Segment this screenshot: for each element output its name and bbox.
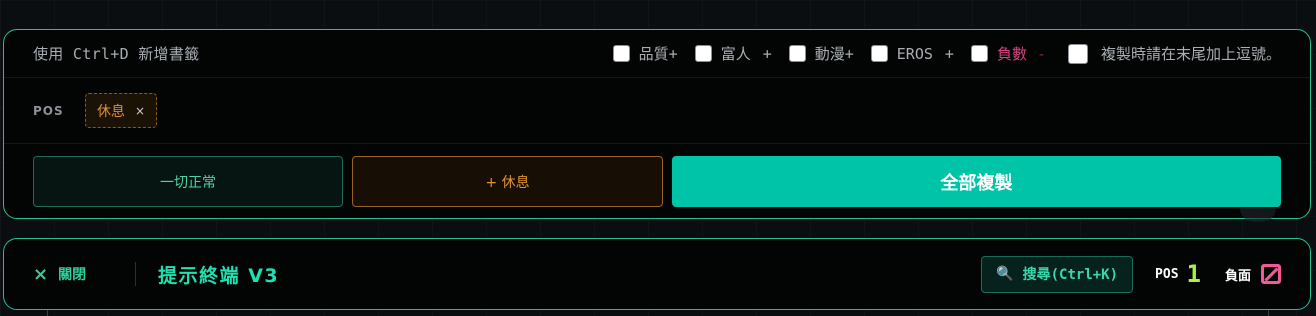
- rich-checkbox[interactable]: [694, 45, 712, 62]
- search-button[interactable]: 🔍 搜尋(Ctrl+K): [981, 255, 1134, 293]
- search-icon: 🔍: [996, 266, 1014, 282]
- option-quality[interactable]: 品質+: [612, 43, 678, 64]
- comma-checkbox[interactable]: [1067, 43, 1088, 64]
- option-suffix: +: [762, 44, 772, 63]
- options-group: 品質+ 富人 + 動漫+ EROS + 負數 - 複製時請在末尾加上逗號。: [612, 43, 1281, 64]
- negative-box-icon: [1261, 264, 1281, 284]
- negative-toggle[interactable]: 負面: [1225, 264, 1281, 284]
- option-label: 品質+: [638, 45, 678, 63]
- pos-row: POS 休息 ×: [4, 78, 1310, 144]
- bar-right: 🔍 搜尋(Ctrl+K) POS 1 負面: [981, 255, 1281, 293]
- option-suffix: +: [944, 44, 954, 63]
- pos-label: POS: [33, 103, 64, 118]
- divider: [1268, 310, 1269, 316]
- option-suffix: -: [1036, 44, 1046, 63]
- add-rest-button[interactable]: + 休息: [352, 156, 663, 207]
- pos-tag-rest[interactable]: 休息 ×: [85, 93, 158, 128]
- eros-checkbox[interactable]: [870, 45, 888, 62]
- anime-checkbox[interactable]: [788, 45, 806, 62]
- option-label: 負數: [996, 45, 1027, 63]
- divider: [47, 310, 48, 316]
- terminal-title: 提示終端 V3: [158, 264, 280, 287]
- scroll-handle: [1240, 208, 1276, 222]
- pos-counter-label: POS: [1155, 266, 1179, 282]
- terminal-bar: × 關閉 提示終端 V3 🔍 搜尋(Ctrl+K) POS 1 負面: [3, 238, 1311, 310]
- option-label: 動漫+: [814, 45, 854, 63]
- close-label: 關閉: [58, 267, 87, 283]
- option-anime[interactable]: 動漫+: [788, 43, 854, 64]
- copy-all-button[interactable]: 全部複製: [672, 156, 1281, 207]
- negative-label: 負面: [1224, 268, 1251, 284]
- option-label: EROS: [896, 44, 933, 63]
- close-button[interactable]: × 關閉: [33, 264, 86, 285]
- pos-counter: POS 1: [1155, 260, 1201, 288]
- divider: [135, 262, 137, 286]
- quality-checkbox[interactable]: [612, 45, 630, 62]
- option-rich[interactable]: 富人 +: [694, 43, 772, 64]
- close-icon: ×: [33, 263, 49, 285]
- option-negative[interactable]: 負數 -: [970, 43, 1046, 64]
- tag-label: 休息: [97, 103, 125, 120]
- bookmark-hint: 使用 Ctrl+D 新增書籤: [33, 45, 200, 63]
- search-label: 搜尋(Ctrl+K): [1022, 267, 1119, 283]
- option-label: 富人: [720, 45, 751, 63]
- option-eros[interactable]: EROS +: [870, 44, 954, 63]
- all-ok-button[interactable]: 一切正常: [33, 156, 343, 207]
- negative-checkbox[interactable]: [970, 45, 988, 62]
- action-row: 一切正常 + 休息 全部複製: [4, 144, 1310, 207]
- tag-remove-icon[interactable]: ×: [135, 104, 145, 118]
- option-comma[interactable]: 複製時請在末尾加上逗號。: [1067, 43, 1281, 64]
- option-label: 複製時請在末尾加上逗號。: [1100, 45, 1281, 63]
- pos-counter-value: 1: [1186, 260, 1201, 288]
- options-row: 使用 Ctrl+D 新增書籤 品質+ 富人 + 動漫+ EROS + 負數 - …: [4, 30, 1310, 78]
- prompt-panel: 使用 Ctrl+D 新增書籤 品質+ 富人 + 動漫+ EROS + 負數 - …: [3, 29, 1311, 219]
